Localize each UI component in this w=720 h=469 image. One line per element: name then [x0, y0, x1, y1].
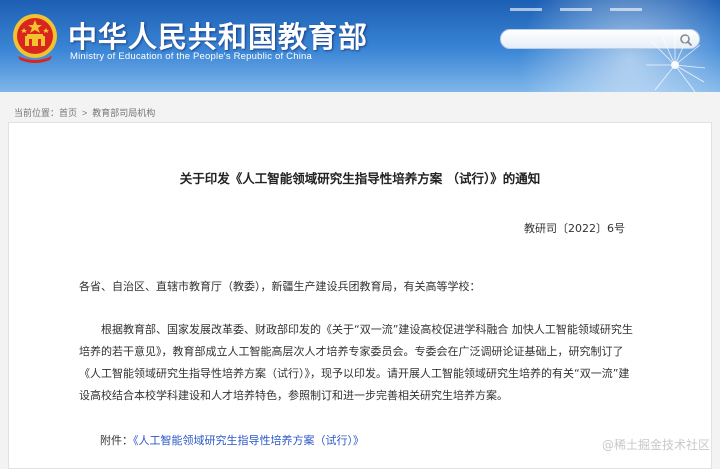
watermark: @稀土掘金技术社区	[601, 438, 710, 452]
site-subtitle: Ministry of Education of the People's Re…	[70, 51, 312, 62]
top-link[interactable]	[560, 8, 592, 11]
top-link[interactable]	[610, 8, 642, 11]
document-number: 教研司〔2022〕6号	[524, 222, 625, 235]
attachment-label: 附件：	[100, 434, 133, 447]
top-link[interactable]	[510, 8, 542, 11]
attachment-link[interactable]: 《人工智能领域研究生指导性培养方案（试行）》	[133, 434, 364, 447]
breadcrumb-current[interactable]: 教育部司局机构	[92, 108, 155, 118]
top-links	[510, 0, 660, 11]
breadcrumb-prefix: 当前位置：	[14, 108, 60, 118]
dandelion-decoration-icon	[646, 35, 706, 92]
document-title: 关于印发《人工智能领域研究生指导性培养方案 （试行）》的通知	[179, 171, 541, 186]
attachment: 附件：《人工智能领域研究生指导性培养方案（试行）》	[100, 432, 364, 448]
page: 中华人民共和国教育部 Ministry of Education of the …	[0, 0, 720, 469]
site-title[interactable]: 中华人民共和国教育部	[68, 14, 368, 56]
breadcrumb-separator: >	[82, 108, 88, 118]
document-addressees: 各省、自治区、直辖市教育厅（教委），新疆生产建设兵团教育局，有关高等学校：	[79, 280, 481, 293]
document-body: 根据教育部、国家发展改革委、财政部印发的《关于“双一流”建设高校促进学科融合 加…	[79, 323, 633, 402]
breadcrumb-home[interactable]: 首页	[59, 108, 77, 118]
site-header: 中华人民共和国教育部 Ministry of Education of the …	[0, 0, 720, 92]
national-emblem-icon	[13, 14, 57, 63]
breadcrumb: 当前位置：首页 > 教育部司局机构	[14, 106, 155, 119]
